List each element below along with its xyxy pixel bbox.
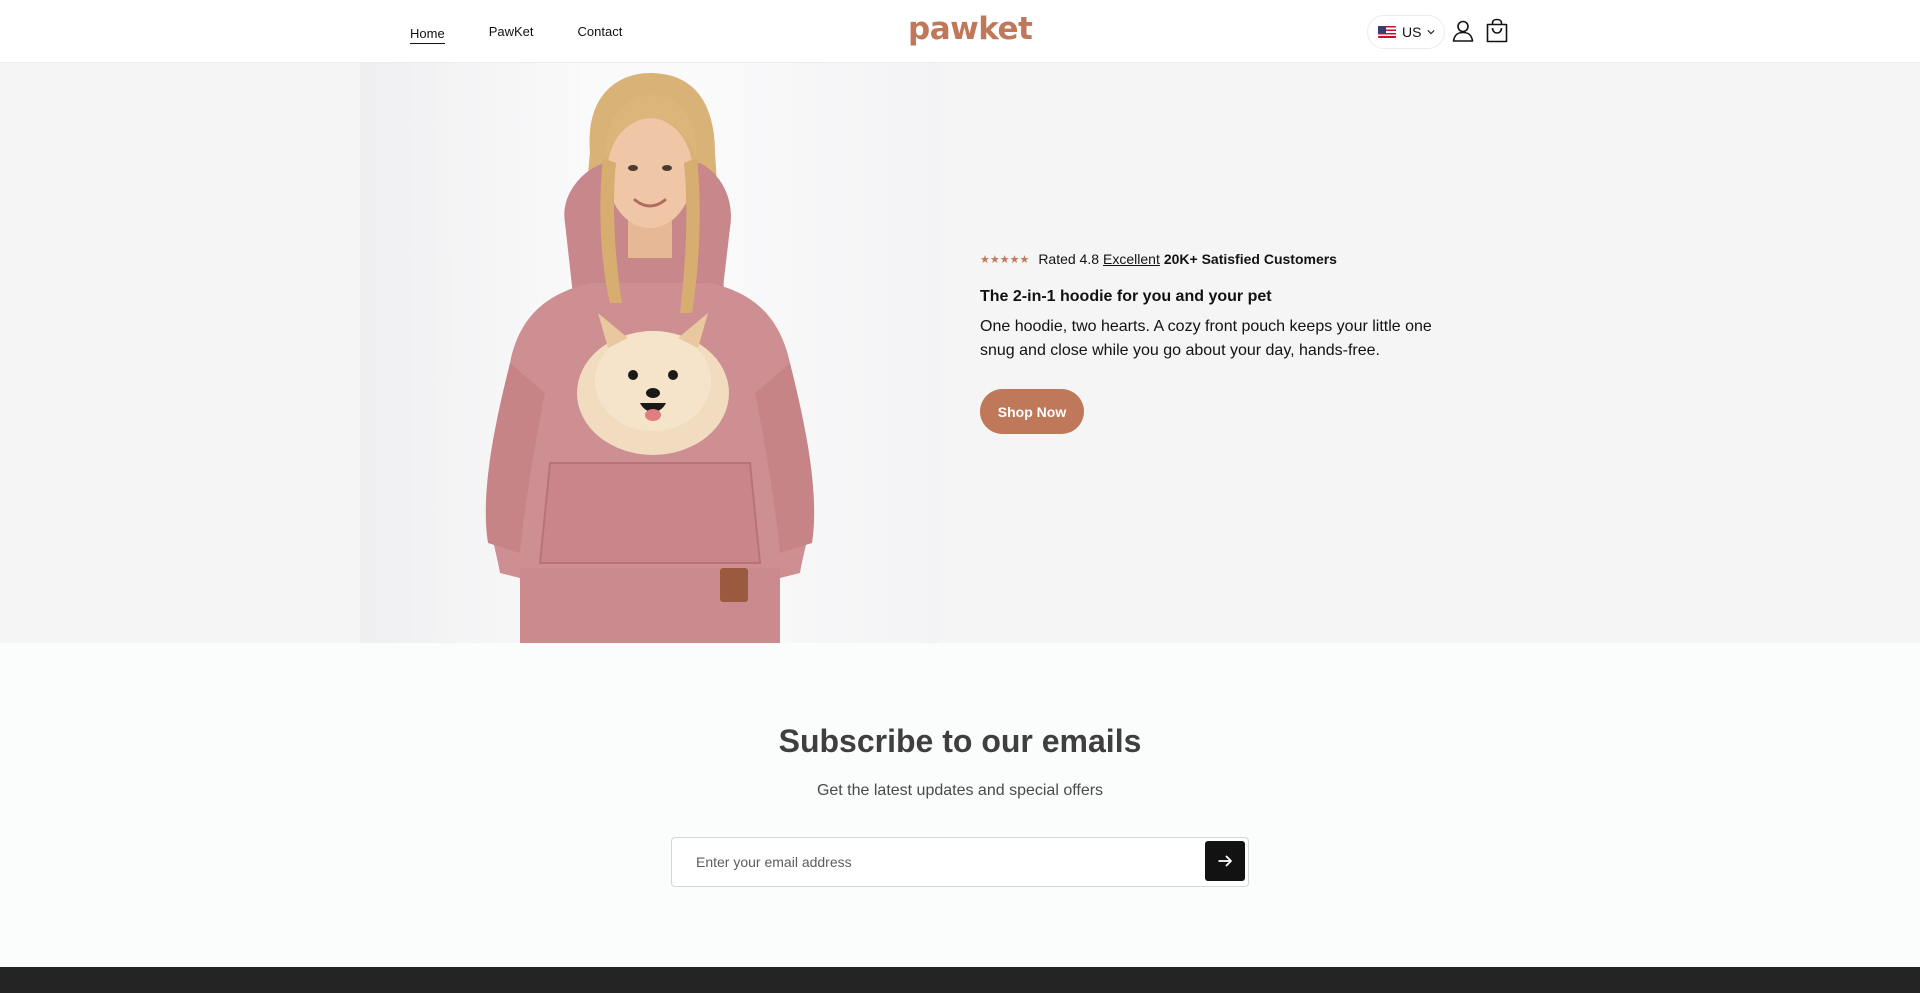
chevron-down-icon (1427, 30, 1436, 35)
hero-image (360, 63, 940, 643)
rating-score: Rated 4.8 (1038, 251, 1100, 267)
email-input[interactable] (672, 838, 1192, 886)
site-logo[interactable]: pawket (908, 11, 1033, 47)
rating-row: ★★★★★ Rated 4.8 Excellent 20K+ Satisfied… (980, 250, 1470, 268)
site-header: Home PawKet Contact pawket US (0, 0, 1920, 63)
rating-customers: 20K+ Satisfied Customers (1163, 251, 1337, 267)
country-selector[interactable]: US (1367, 15, 1445, 49)
rating-excellent-link[interactable]: Excellent (1103, 251, 1160, 267)
email-form (671, 837, 1249, 887)
account-icon[interactable] (1449, 17, 1477, 45)
cart-icon[interactable] (1483, 17, 1511, 45)
newsletter-subtitle: Get the latest updates and special offer… (816, 782, 1104, 799)
hero-description: One hoodie, two hearts. A cozy front pou… (980, 318, 1432, 359)
hoodie-with-dog-illustration (485, 73, 815, 643)
nav-pawket-link[interactable]: PawKet (489, 18, 534, 45)
newsletter-section: Subscribe to our emails Get the latest u… (0, 643, 1920, 967)
shop-now-button[interactable]: Shop Now (980, 389, 1084, 434)
hero-banner: ★★★★★ Rated 4.8 Excellent 20K+ Satisfied… (0, 63, 1920, 643)
nav-contact-link[interactable]: Contact (578, 18, 623, 45)
newsletter-title: Subscribe to our emails (778, 723, 1142, 759)
hero-content: ★★★★★ Rated 4.8 Excellent 20K+ Satisfied… (980, 250, 1470, 434)
email-submit-button[interactable] (1205, 841, 1245, 881)
arrow-right-icon (1218, 855, 1232, 867)
main-nav: Home PawKet Contact (410, 0, 622, 63)
us-flag-icon (1378, 26, 1396, 38)
star-rating-icon: ★★★★★ (980, 253, 1030, 266)
hero-heading: The 2-in-1 hoodie for you and your pet (980, 288, 1272, 305)
nav-home-link[interactable]: Home (410, 20, 445, 44)
site-footer (0, 967, 1920, 993)
country-code: US (1402, 24, 1422, 40)
